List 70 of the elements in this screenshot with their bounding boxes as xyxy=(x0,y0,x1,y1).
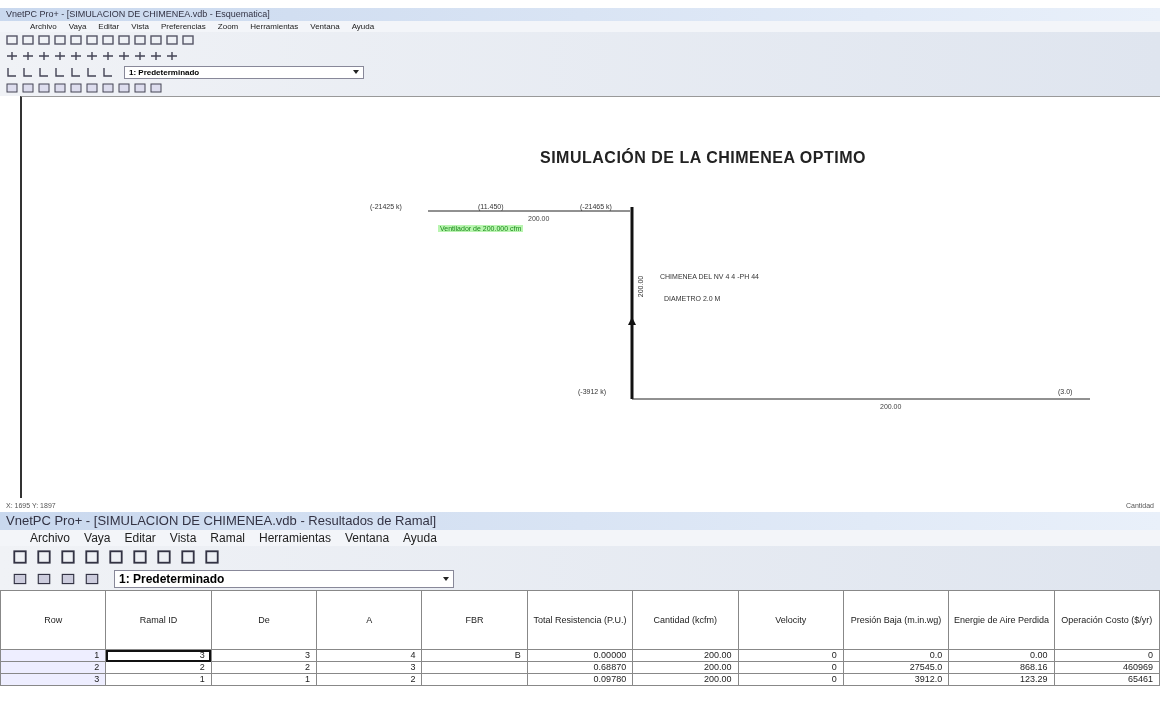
table-cell: 0 xyxy=(738,649,844,662)
window-title: VnetPC Pro+ - [SIMULACION DE CHIMENEA.vdb - Resultados de Ramal] xyxy=(0,512,1160,530)
column-header: Cantidad (kcfm) xyxy=(632,590,738,650)
view-dropdown[interactable]: 1: Predeterminado xyxy=(114,570,454,588)
menu-item[interactable]: Ayuda xyxy=(403,531,437,545)
table-cell: 1 xyxy=(211,673,317,686)
table-cell: 4 xyxy=(316,649,422,662)
table-cell: 3 xyxy=(105,649,212,662)
menu-item[interactable]: Herramientas xyxy=(259,531,332,545)
table-cell: 3 xyxy=(211,649,317,662)
menu-item[interactable]: Editar xyxy=(124,531,156,545)
column-header: Ramal ID xyxy=(105,590,212,650)
menu-item[interactable]: Ayuda xyxy=(351,22,375,31)
table-cell: 460969 xyxy=(1054,661,1160,674)
menu-item[interactable]: Ramal xyxy=(210,531,245,545)
menu-item[interactable]: Editar xyxy=(98,22,120,31)
menu-item[interactable]: Ventana xyxy=(310,22,340,31)
menu-item[interactable]: Archivo xyxy=(30,22,57,31)
table-cell: 65461 xyxy=(1054,673,1160,686)
table-cell: 0.0 xyxy=(843,649,949,662)
table-cell: 0 xyxy=(738,661,844,674)
menu-item[interactable]: Vaya xyxy=(68,22,87,31)
menu-item[interactable]: Archivo xyxy=(30,531,70,545)
menu-item[interactable]: Vista xyxy=(131,22,149,31)
table-cell: 3 xyxy=(316,661,422,674)
column-header: Row xyxy=(0,590,106,650)
window-title: VnetPC Pro+ - [SIMULACION DE CHIMENEA.vdb - Esquematica] xyxy=(0,8,1160,21)
table-cell: 3912.0 xyxy=(843,673,949,686)
menu-item[interactable]: Vaya xyxy=(84,531,111,545)
tool-icon[interactable] xyxy=(102,67,114,77)
table-cell: 0.68870 xyxy=(527,661,633,674)
table-cell: 1 xyxy=(105,673,212,686)
table-cell: 0.09780 xyxy=(527,673,633,686)
table-cell: 2 xyxy=(105,661,212,674)
schematic-title: SIMULACIÓN DE LA CHIMENEA OPTIMO xyxy=(540,149,866,167)
tool-icon[interactable] xyxy=(38,67,50,77)
table-cell: 0.00 xyxy=(948,649,1055,662)
column-header: A xyxy=(316,590,422,650)
column-header: Energie de Aire Perdida xyxy=(948,590,1055,650)
table-cell: 0.00000 xyxy=(527,649,633,662)
table-cell: 2 xyxy=(211,661,317,674)
menu-item[interactable]: Ventana xyxy=(345,531,390,545)
menu-item[interactable]: Zoom xyxy=(217,22,239,31)
caret-icon xyxy=(353,70,359,74)
column-header: Presión Baja (m.in.wg) xyxy=(843,590,949,650)
menu-item[interactable]: Preferencias xyxy=(160,22,206,31)
column-header: Total Resistencia (P.U.) xyxy=(527,590,633,650)
table-cell: 123.29 xyxy=(948,673,1055,686)
table-cell: 200.00 xyxy=(632,661,738,674)
caret-icon xyxy=(443,577,449,581)
menu-item[interactable]: Herramientas xyxy=(250,22,299,31)
tool-icon[interactable] xyxy=(86,67,98,77)
view-dropdown[interactable]: 1: Predeterminado xyxy=(124,65,364,79)
table-cell: 0 xyxy=(1054,649,1160,662)
column-header: Velocity xyxy=(738,590,844,650)
table-cell: 200.00 xyxy=(632,649,738,662)
menu-item[interactable]: Vista xyxy=(169,531,197,545)
column-header: Operación Costo ($/yr) xyxy=(1054,590,1160,650)
table-cell: 27545.0 xyxy=(843,661,949,674)
tool-icon[interactable] xyxy=(6,67,18,77)
column-header: FBR xyxy=(421,590,528,650)
table-cell: 0 xyxy=(738,673,844,686)
table-cell: B xyxy=(421,649,528,662)
column-header: De xyxy=(211,590,317,650)
table-cell: 868.16 xyxy=(948,661,1055,674)
tool-icon[interactable] xyxy=(22,67,34,77)
tool-icon[interactable] xyxy=(70,67,82,77)
table-cell: 2 xyxy=(316,673,422,686)
tool-icon[interactable] xyxy=(54,67,66,77)
table-cell: 200.00 xyxy=(632,673,738,686)
